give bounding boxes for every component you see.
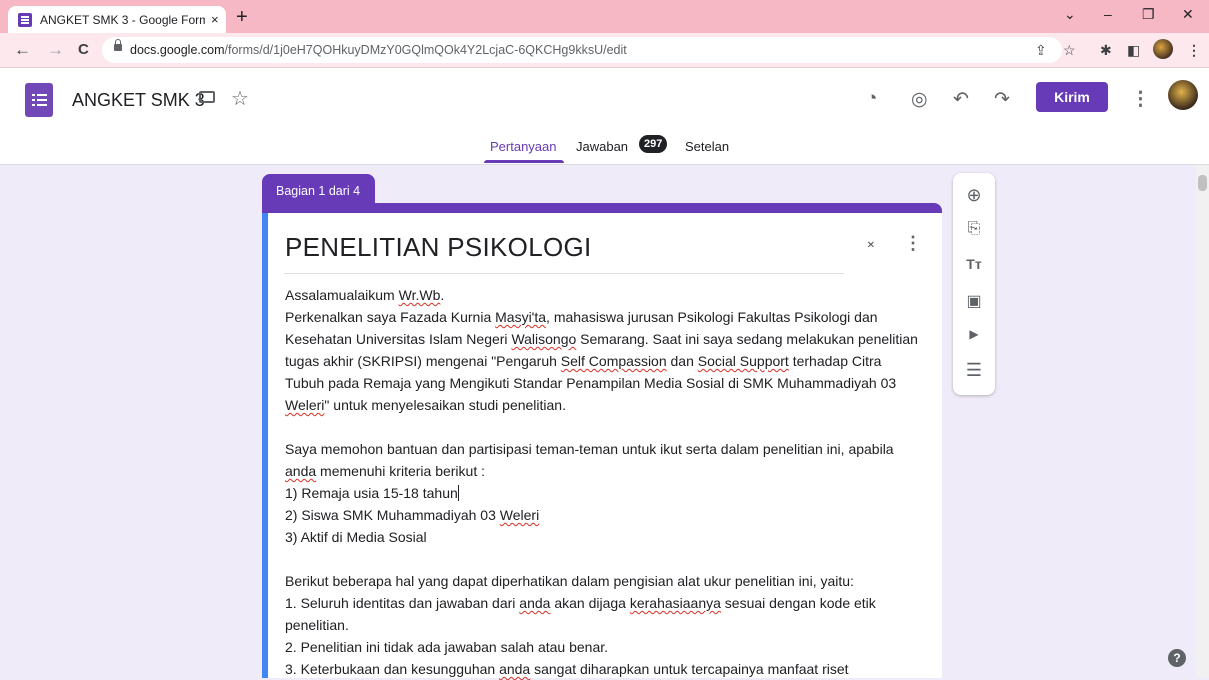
browser-tab-title: ANGKET SMK 3 - Google Formul [40,12,205,27]
account-avatar[interactable] [1168,80,1198,110]
desc-line: 1. Seluruh identitas dan jawaban dari an… [285,595,876,611]
browser-menu-icon[interactable]: ⋮ [1187,42,1201,59]
form-description[interactable]: Assalamualaikum Wr.Wb. Perkenalkan saya … [285,284,925,680]
collapse-section-icon[interactable]: ⌄ ⌃ [865,233,877,256]
tab-close-icon[interactable]: × [211,12,219,27]
star-icon[interactable]: ☆ [231,86,249,111]
url-path: /forms/d/1j0eH7QOHkuyDMzY0GQlmQOk4Y2Lcja… [224,43,627,57]
preview-eye-icon[interactable]: ◎ [911,88,928,111]
google-forms-logo-icon[interactable] [25,83,53,117]
title-divider [284,273,844,274]
customize-theme-icon[interactable]: ◔ [866,88,877,110]
section-more-icon[interactable]: ⋮ [904,234,922,252]
add-image-icon[interactable]: ▣ [953,291,995,311]
card-top-accent [262,203,942,213]
add-title-icon[interactable]: Tт [953,256,995,272]
card-active-indicator [262,213,268,678]
lock-icon[interactable] [114,39,122,51]
scrollbar-thumb[interactable] [1198,175,1207,191]
extensions-icon[interactable]: ✱ [1100,42,1112,59]
reload-button[interactable]: C [78,41,89,58]
active-tab-indicator [484,160,564,163]
desc-line: 2. Penelitian ini tidak ada jawaban sala… [285,639,609,655]
window-restore-button[interactable]: ❐ [1142,6,1155,23]
browser-profile-avatar[interactable] [1153,39,1173,59]
text-cursor [457,485,459,501]
desc-line: 3) Aktif di Media Sosial [285,529,427,545]
desc-line: Perkenalkan saya Fazada Kurnia Masyi'ta,… [285,309,878,325]
forward-button[interactable]: → [47,40,64,60]
desc-line: Saya memohon bantuan dan partisipasi tem… [285,441,894,457]
desc-line: 3. Keterbukaan dan kesungguhan anda sang… [285,661,849,677]
browser-tab[interactable]: ANGKET SMK 3 - Google Formul × [8,6,226,33]
desc-line: Kesehatan Universitas Islam Negeri Walis… [285,331,918,347]
add-section-icon[interactable]: ☰ [953,360,995,381]
import-questions-icon[interactable]: ⎘ [953,220,995,238]
share-icon[interactable]: ⇪ [1035,42,1047,59]
desc-line: 1) Remaja usia 15-18 tahun [285,485,459,501]
undo-icon[interactable]: ↶ [953,88,969,111]
redo-icon[interactable]: ↷ [994,88,1010,111]
tab-search-dropdown-icon[interactable]: ⌄ [1064,6,1076,23]
add-question-icon[interactable]: ⊕ [953,185,995,206]
desc-line: penelitian. [285,617,349,633]
desc-line: anda memenuhi kriteria berikut : [285,463,485,479]
desc-line: tugas akhir (SKRIPSI) mengenai "Pengaruh… [285,353,882,369]
desc-line: Assalamualaikum Wr.Wb. [285,287,445,303]
new-tab-button[interactable]: + [236,6,248,29]
window-minimize-button[interactable]: – [1104,6,1112,22]
document-title[interactable]: ANGKET SMK 3 [72,90,205,111]
tab-responses[interactable]: Jawaban [576,139,628,154]
send-button[interactable]: Kirim [1036,82,1108,112]
desc-line: 2) Siswa SMK Muhammadiyah 03 Weleri [285,507,540,523]
bookmark-star-icon[interactable]: ☆ [1063,42,1076,59]
back-button[interactable]: ← [14,40,31,60]
url-text[interactable]: docs.google.com/forms/d/1j0eH7QOHkuyDMzY… [130,43,627,57]
more-options-icon[interactable]: ⋮ [1131,88,1150,111]
section-label: Bagian 1 dari 4 [276,184,361,198]
add-video-icon[interactable]: ▶ [953,327,995,341]
forms-favicon-icon [18,12,32,27]
side-panel-icon[interactable]: ◧ [1127,42,1140,59]
url-domain: docs.google.com [130,43,225,57]
section-label-tab: Bagian 1 dari 4 [262,174,375,204]
page-scrollbar[interactable] [1196,165,1209,678]
desc-line: Tubuh pada Remaja yang Mengikuti Standar… [285,375,897,391]
tab-settings[interactable]: Setelan [685,139,729,154]
move-to-folder-icon[interactable] [199,91,215,103]
help-icon[interactable]: ? [1168,649,1186,667]
response-count-badge: 297 [639,135,668,153]
tab-questions[interactable]: Pertanyaan [490,139,557,154]
desc-line: Weleri" untuk menyelesaikan studi peneli… [285,397,566,413]
desc-line: Berikut beberapa hal yang dapat diperhat… [285,573,854,589]
form-title[interactable]: PENELITIAN PSIKOLOGI [285,232,592,263]
window-close-button[interactable]: ✕ [1182,6,1194,23]
